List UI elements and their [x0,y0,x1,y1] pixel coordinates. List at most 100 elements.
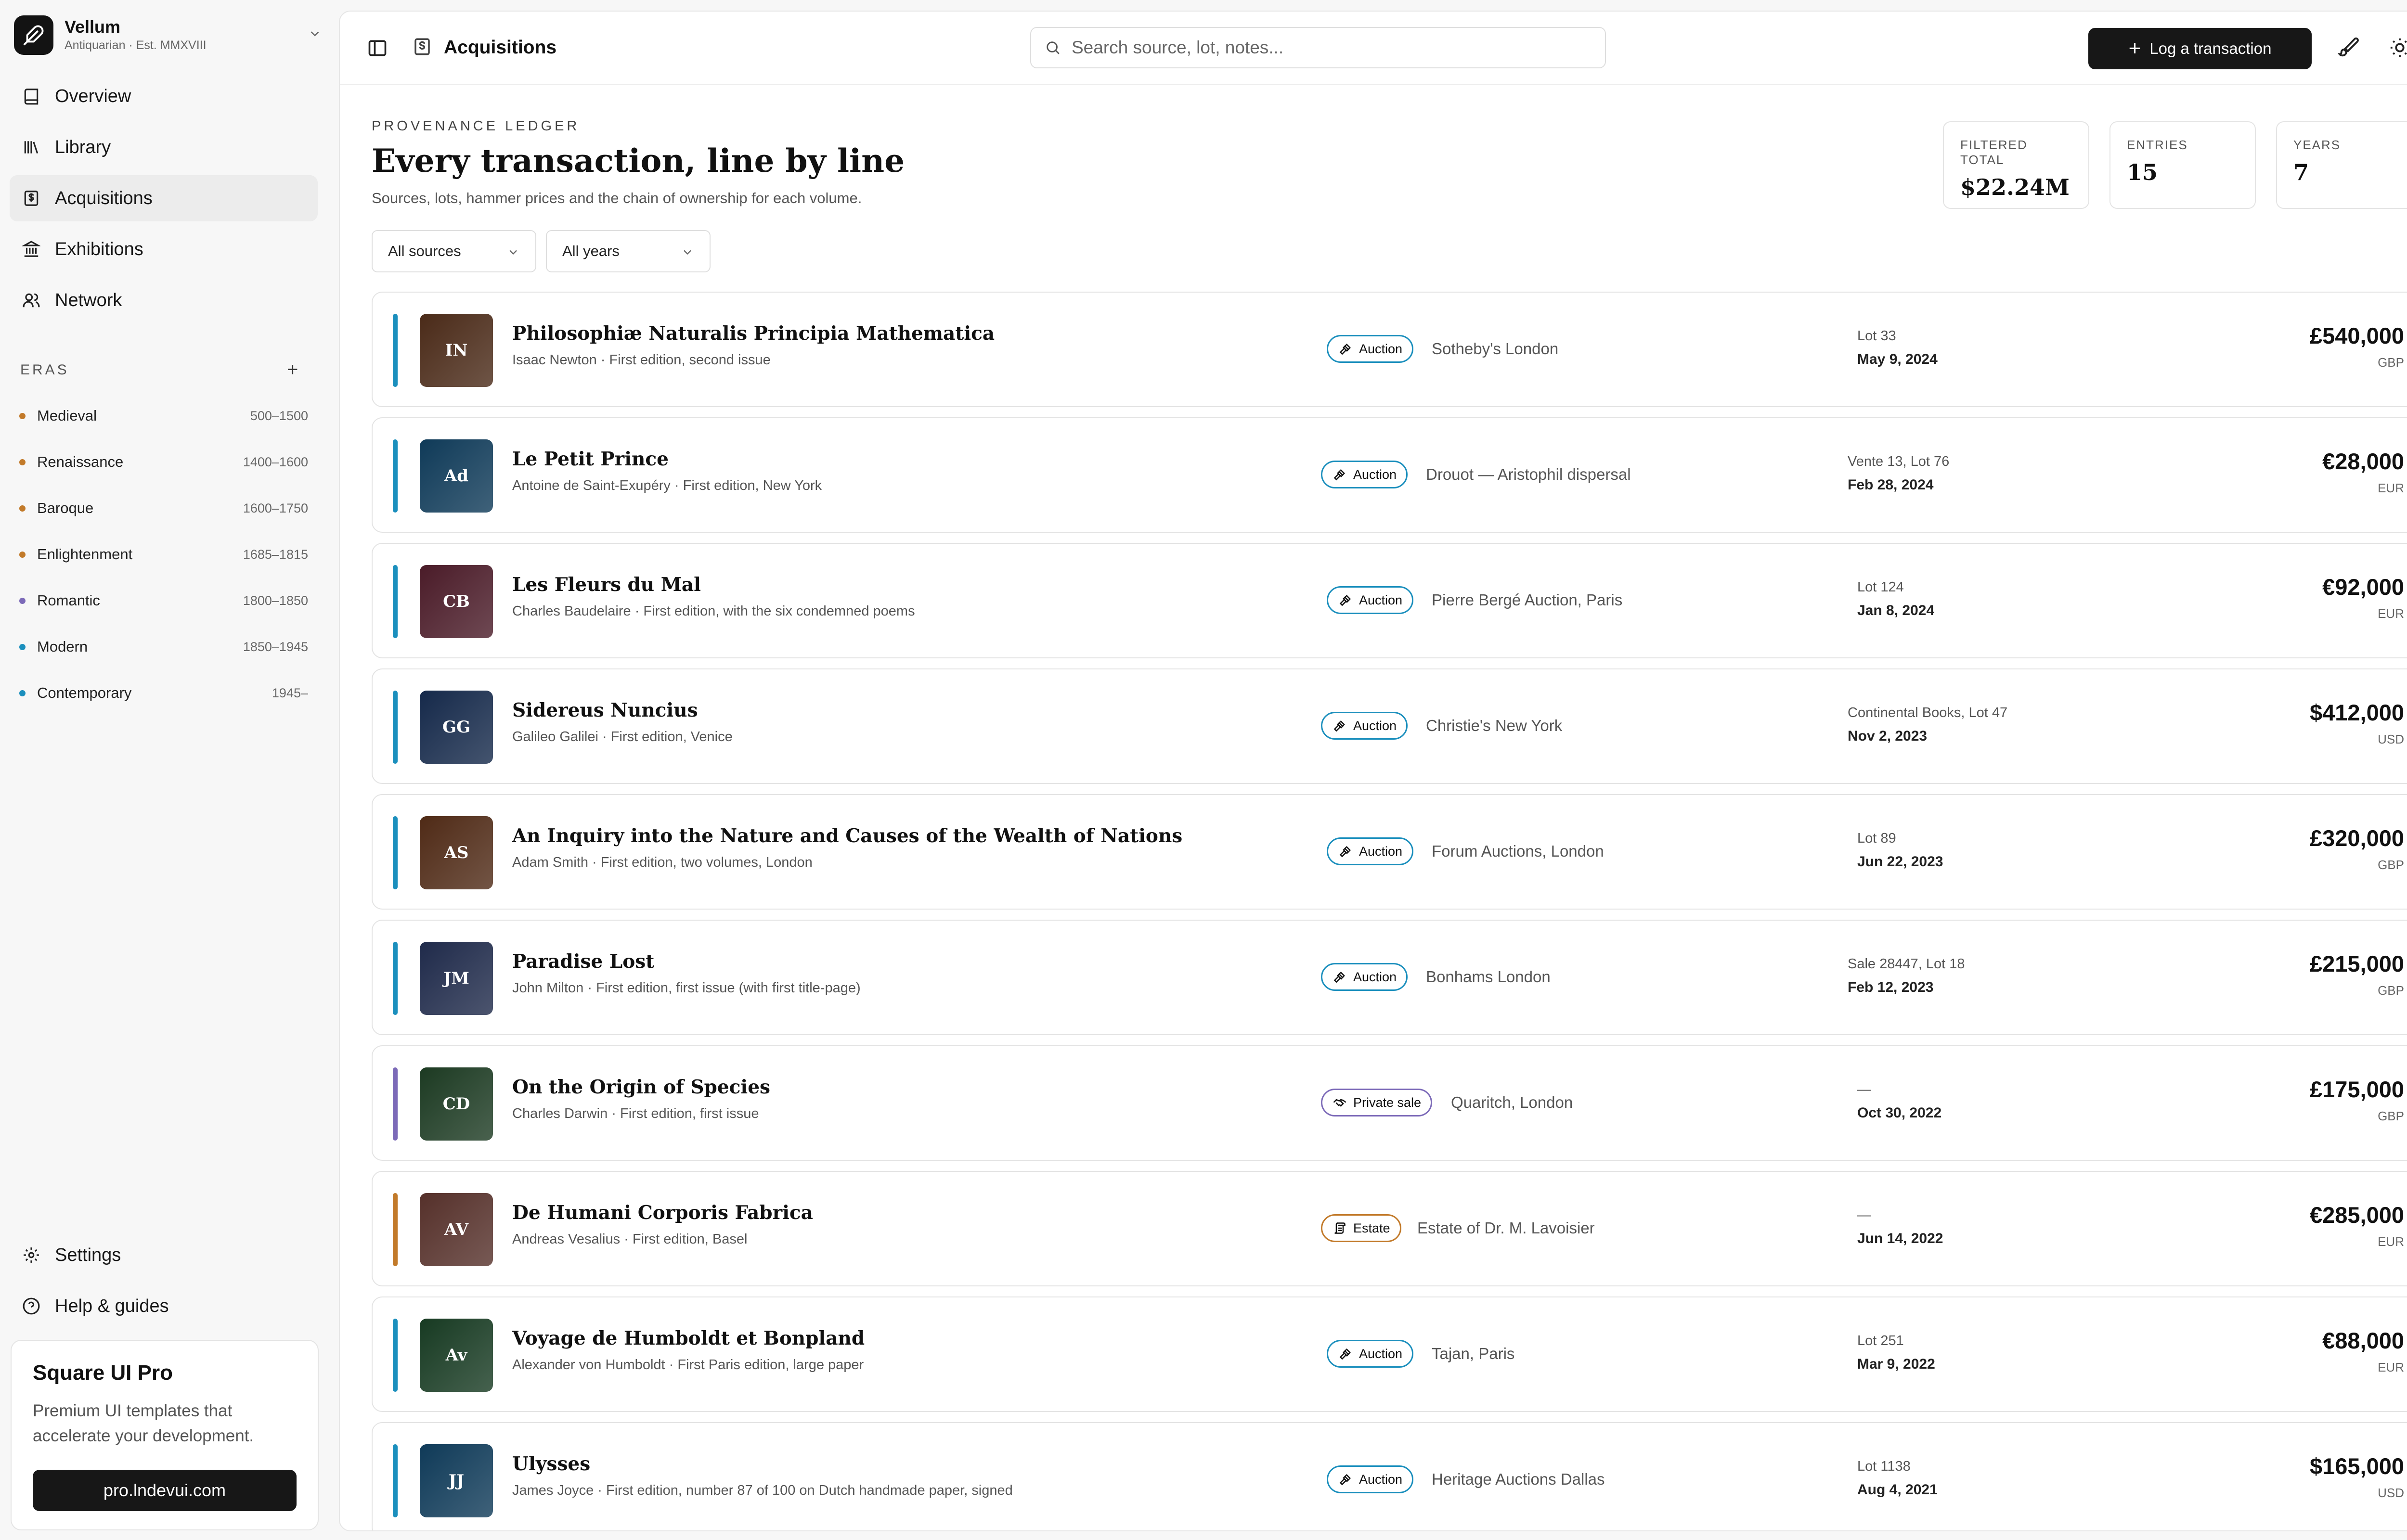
eras-heading: ERAS [20,362,69,378]
transaction-row[interactable]: GG Sidereus Nuncius Galileo Galilei · Firs… [372,668,2407,784]
lot-number: Lot 33 [1857,328,1896,344]
transaction-source: Forum Auctions, London [1432,842,1604,860]
era-accent-bar [393,1067,398,1141]
type-label: Auction [1359,1472,1403,1487]
stat-label: ENTRIES [2127,138,2188,152]
transaction-source: Bonhams London [1426,968,1551,986]
hammer-price: £320,000 [2309,825,2404,851]
transaction-row[interactable]: Av Voyage de Humboldt et Bonpland Alexande… [372,1296,2407,1412]
type-label: Auction [1353,718,1397,733]
gavel-icon [1333,469,1345,481]
era-accent-bar [393,314,398,387]
price-currency: GBP [2378,1109,2404,1123]
search-input[interactable] [1072,38,1553,58]
era-accent-bar [393,1444,398,1517]
era-range: 1850–1945 [243,639,308,654]
log-transaction-label: Log a transaction [2149,39,2272,57]
nav-acquisitions[interactable]: Acquisitions [10,175,318,221]
era-renaissance[interactable]: Renaissance 1400–1600 [19,448,308,476]
nav-overview[interactable]: Overview [10,73,318,119]
transaction-row[interactable]: JM Paradise Lost John Milton · First editi… [372,920,2407,1035]
type-label: Auction [1359,1346,1403,1361]
transaction-row[interactable]: IN Philosophiæ Naturalis Principia Mathem… [372,292,2407,407]
era-range: 1400–1600 [243,454,308,469]
help-circle-icon [23,1297,40,1315]
sidebar: Vellum Antiquarian · Est. MMXVIII Overvi… [0,0,339,1540]
transaction-row[interactable]: CB Les Fleurs du Mal Charles Baudelaire · … [372,543,2407,658]
promo-link-button[interactable]: pro.lndevui.com [33,1470,297,1511]
nav-library[interactable]: Library [10,124,318,170]
nav-settings[interactable]: Settings [10,1232,318,1278]
paintbrush-icon[interactable] [2338,37,2360,59]
era-contemporary[interactable]: Contemporary 1945– [19,679,308,707]
plus-icon: + [2128,37,2141,60]
lot-number: Lot 1138 [1857,1459,1911,1474]
transaction-date: Mar 9, 2022 [1857,1356,1935,1372]
promo-title: Square UI Pro [33,1361,173,1385]
gavel-icon [1339,846,1351,858]
era-name: Medieval [37,407,97,424]
transaction-date: Aug 4, 2021 [1857,1482,1938,1498]
nav-label: Acquisitions [55,188,153,208]
gavel-icon [1333,972,1345,983]
transaction-row[interactable]: AS An Inquiry into the Nature and Causes … [372,794,2407,910]
promo-text: Premium UI templates that accelerate you… [33,1401,254,1445]
book-title: Philosophiæ Naturalis Principia Mathemat… [512,322,995,345]
transaction-row[interactable]: AV De Humani Corporis Fabrica Andreas Vesa… [372,1171,2407,1286]
transaction-row[interactable]: JJ Ulysses James Joyce · First edition, nu… [372,1422,2407,1530]
era-baroque[interactable]: Baroque 1600–1750 [19,494,308,523]
era-medieval[interactable]: Medieval 500–1500 [19,401,308,430]
era-enlightenment[interactable]: Enlightenment 1685–1815 [19,540,308,569]
book-subtitle: Andreas Vesalius · First edition, Basel [512,1232,748,1247]
book-thumbnail: AS [420,816,493,889]
transaction-type-badge: Auction [1327,1340,1414,1368]
transaction-date: Jan 8, 2024 [1857,603,1935,618]
book-thumbnail: CB [420,565,493,638]
sun-icon[interactable] [2389,37,2407,59]
log-transaction-button[interactable]: + Log a transaction [2088,28,2312,69]
book-thumbnail: Av [420,1319,493,1392]
nav-exhibitions[interactable]: Exhibitions [10,226,318,272]
book-thumbnail: CD [420,1067,493,1141]
era-accent-bar [393,565,398,638]
era-range: 1945– [272,685,308,700]
era-romantic[interactable]: Romantic 1800–1850 [19,586,308,615]
book-subtitle: Galileo Galilei · First edition, Venice [512,729,733,744]
page-subtitle: Sources, lots, hammer prices and the cha… [372,190,862,206]
nav-label: Library [55,137,111,157]
price-currency: GBP [2378,983,2404,998]
stat-label: FILTERED TOTAL [1960,138,2028,167]
transaction-row[interactable]: CD On the Origin of Species Charles Darwin… [372,1045,2407,1161]
transaction-source: Drouot — Aristophil dispersal [1426,465,1631,483]
transaction-source: Pierre Bergé Auction, Paris [1432,591,1623,609]
chevron-down-icon [509,250,517,255]
book-title: Ulysses [512,1453,591,1475]
hammer-price: £215,000 [2309,951,2404,976]
add-era-button[interactable]: + [287,359,298,380]
transaction-source: Sotheby's London [1432,340,1559,358]
transaction-source: Quaritch, London [1451,1093,1573,1111]
library-icon [24,141,39,154]
hammer-price: $412,000 [2309,700,2404,725]
book-subtitle: Antoine de Saint-Exupéry · First edition… [512,478,822,493]
nav-help[interactable]: Help & guides [10,1283,318,1329]
transaction-row[interactable]: Ad Le Petit Prince Antoine de Saint-Exupér… [372,417,2407,533]
book-thumbnail: JM [420,942,493,1015]
nav-network[interactable]: Network [10,277,318,323]
era-dot [19,551,26,558]
lot-number: Lot 89 [1857,831,1896,846]
workspace-switcher[interactable]: Vellum Antiquarian · Est. MMXVIII [14,14,322,56]
era-modern[interactable]: Modern 1850–1945 [19,632,308,661]
search-box[interactable] [1030,27,1606,68]
scroll-icon [1334,1222,1346,1234]
source-filter-select[interactable]: All sources [372,230,536,272]
book-subtitle: Alexander von Humboldt · First Paris edi… [512,1357,864,1373]
era-accent-bar [393,816,398,889]
era-range: 1800–1850 [243,593,308,608]
year-filter-select[interactable]: All years [546,230,711,272]
stat-value: 15 [2127,159,2158,185]
type-label: Auction [1359,341,1403,356]
transaction-date: Jun 22, 2023 [1857,854,1943,870]
era-name: Baroque [37,500,94,516]
sidebar-toggle-icon[interactable] [367,38,388,59]
